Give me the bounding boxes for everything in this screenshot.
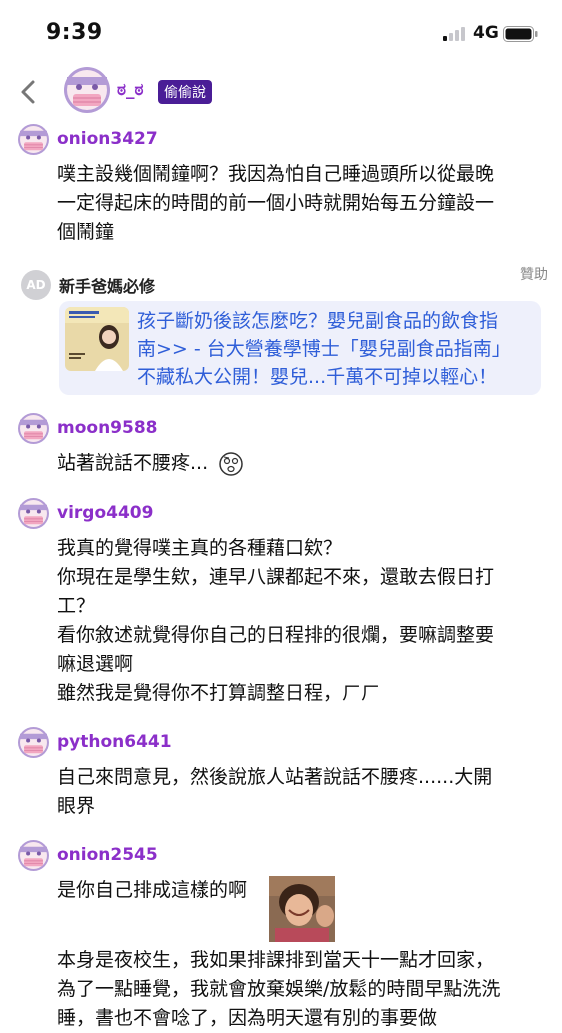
text-line: 看你敘述就覺得你自己的日程排的很爛，要嘛調整要 <box>57 624 495 646</box>
username[interactable]: onion3427 <box>57 129 158 149</box>
avatar[interactable] <box>18 840 49 871</box>
sponsored-label: 贊助 <box>520 267 548 283</box>
cellular-signal-icon <box>443 27 465 41</box>
response-text: 噗主設幾個鬧鐘啊？我因為怕自己睡過頭所以從最晚 一定得起床的時間的前一個小時就開… <box>57 160 541 247</box>
text-line: 眼界 <box>57 795 96 817</box>
nav-username[interactable]: ಠ_ಠ <box>117 80 144 100</box>
ad-link-text[interactable]: 孩子斷奶後該怎麼吃？嬰兒副食品的飲食指 南>> - 台大營養學博士「嬰兒副食品指… <box>137 307 511 391</box>
ad-title: 新手爸媽必修 <box>59 277 156 296</box>
text-line: 雖然我是覺得你不打算調整日程，ㄏㄏ <box>57 682 381 704</box>
response-item: moon9588 站著說話不腰疼... <box>0 413 562 483</box>
username[interactable]: python6441 <box>57 732 172 752</box>
text-line-with-emoticon: 站著說話不腰疼... <box>57 449 541 478</box>
text-line: 為了一點睡覺，我就會放棄娛樂/放鬆的時間早點洗洗 <box>57 978 501 1000</box>
nav-badge: 偷偷說 <box>158 80 212 104</box>
text-line: 一定得起床的時間的前一個小時就開始每五分鐘設一 <box>57 192 495 214</box>
text-line: 站著說話不腰疼... <box>57 452 209 474</box>
avatar[interactable] <box>18 498 49 529</box>
avatar[interactable] <box>18 124 49 155</box>
text-line: 南>> - 台大營養學博士「嬰兒副食品指南」 <box>137 338 511 360</box>
back-chevron-icon[interactable] <box>18 78 38 106</box>
response-text-continued: 本身是夜校生，我如果排課排到當天十一點才回家， 為了一點睡覺，我就會放棄娛樂/放… <box>57 946 541 1033</box>
text-line: 工？ <box>57 595 96 617</box>
ad-badge: AD <box>21 270 51 300</box>
text-line: 你現在是學生欸，連早八課都起不來，還敢去假日打 <box>57 566 495 588</box>
username[interactable]: moon9588 <box>57 418 158 438</box>
speechless-face-icon <box>219 451 243 476</box>
text-line: 睡，書也不會唸了，因為明天還有別的事要做 <box>57 1007 438 1029</box>
ad-thumbnail <box>65 307 129 371</box>
response-item: python6441 自己來問意見，然後說旅人站著說話不腰疼......大開 眼… <box>0 727 562 827</box>
text-line: 我真的覺得噗主真的各種藉口欸？ <box>57 537 343 559</box>
ad-card[interactable]: 孩子斷奶後該怎麼吃？嬰兒副食品的飲食指 南>> - 台大營養學博士「嬰兒副食品指… <box>59 301 541 395</box>
meme-image[interactable] <box>269 876 335 942</box>
battery-icon <box>503 26 538 42</box>
response-item: onion2545 是你自己排成這樣的啊 本身是夜校生，我如果排課排到當天十一點… <box>0 840 562 1029</box>
text-line: 自己來問意見，然後說旅人站著說話不腰疼......大開 <box>57 766 493 788</box>
nav-bar: ಠ_ಠ 偷偷說 <box>0 64 562 120</box>
status-bar: 9:39 4G <box>0 0 562 64</box>
username[interactable]: virgo4409 <box>57 503 153 523</box>
avatar[interactable] <box>18 727 49 758</box>
text-line: 個鬧鐘 <box>57 221 115 243</box>
network-type: 4G <box>473 23 499 43</box>
response-text: 站著說話不腰疼... <box>57 449 541 478</box>
text-line: 本身是夜校生，我如果排課排到當天十一點才回家， <box>57 949 495 971</box>
text-line: 嘛退選啊 <box>57 653 134 675</box>
response-text: 自己來問意見，然後說旅人站著說話不腰疼......大開 眼界 <box>57 763 541 821</box>
text-line: 噗主設幾個鬧鐘啊？我因為怕自己睡過頭所以從最晚 <box>57 163 495 185</box>
username[interactable]: onion2545 <box>57 845 158 865</box>
clock: 9:39 <box>46 20 103 45</box>
text-line: 孩子斷奶後該怎麼吃？嬰兒副食品的飲食指 <box>137 310 499 332</box>
text-line: 不藏私大公開！嬰兒...千萬不可掉以輕心！ <box>137 366 498 388</box>
response-item: onion3427 噗主設幾個鬧鐘啊？我因為怕自己睡過頭所以從最晚 一定得起床的… <box>0 124 562 254</box>
avatar[interactable] <box>64 67 110 113</box>
sponsored-ad[interactable]: AD 新手爸媽必修 贊助 孩子斷奶後該怎麼吃？嬰兒副食品的飲食指 南>> - 台… <box>0 264 562 404</box>
response-text: 我真的覺得噗主真的各種藉口欸？ 你現在是學生欸，連早八課都起不來，還敢去假日打 … <box>57 534 541 708</box>
response-item: virgo4409 我真的覺得噗主真的各種藉口欸？ 你現在是學生欸，連早八課都起… <box>0 498 562 718</box>
avatar[interactable] <box>18 413 49 444</box>
